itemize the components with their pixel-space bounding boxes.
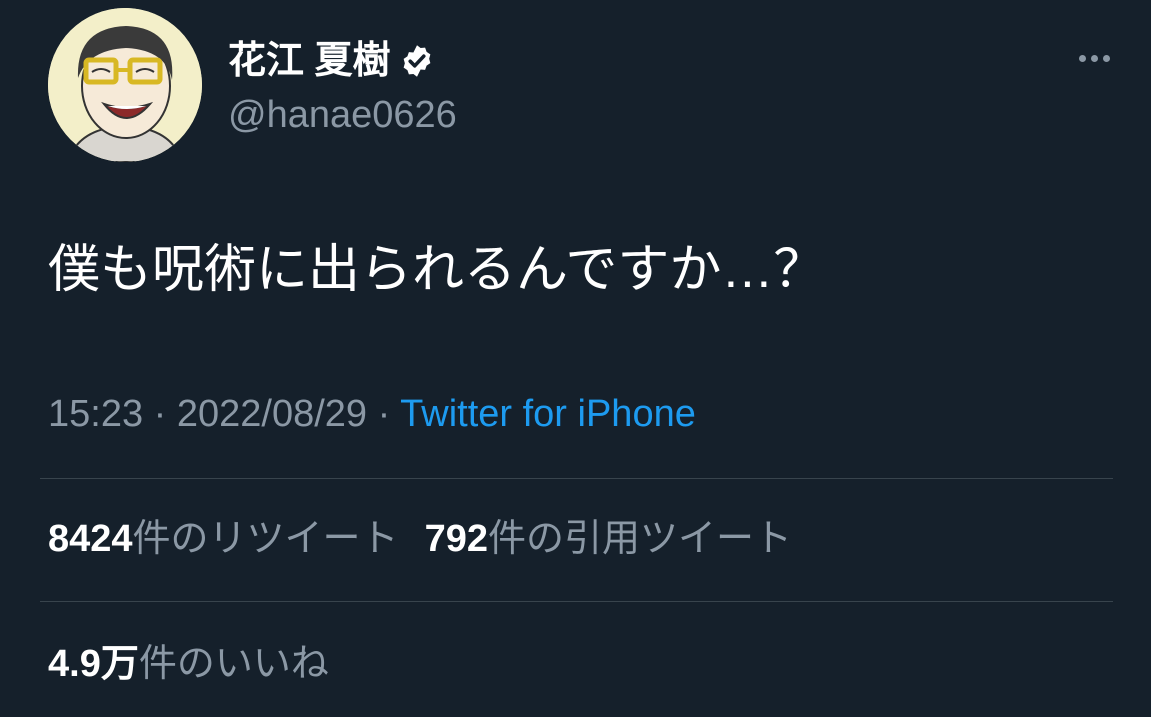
tweet-date[interactable]: 2022/08/29 xyxy=(177,393,367,435)
tweet-time[interactable]: 15:23 xyxy=(48,393,143,435)
likes-label: 件のいいね xyxy=(138,643,329,685)
retweets-label: 件のリツイート xyxy=(132,518,399,560)
verified-badge-icon xyxy=(399,43,435,79)
display-name-text: 花江 夏樹 xyxy=(228,40,391,82)
divider xyxy=(40,478,1113,479)
more-dot xyxy=(1102,54,1110,62)
meta-separator: · xyxy=(153,393,167,435)
avatar[interactable] xyxy=(48,8,202,162)
more-horizontal-icon[interactable] xyxy=(1070,48,1118,68)
quotes-label: 件の引用ツイート xyxy=(487,518,792,560)
retweet-quote-stats: 8424件のリツイート 792件の引用ツイート xyxy=(48,515,792,563)
tweet-meta: 15:23 · 2022/08/29 · Twitter for iPhone xyxy=(48,390,696,438)
quotes-stat[interactable]: 792件の引用ツイート xyxy=(425,518,792,560)
avatar-illustration xyxy=(48,8,202,162)
quotes-count: 792 xyxy=(424,518,488,560)
more-dot xyxy=(1078,54,1086,62)
divider xyxy=(40,601,1113,602)
user-handle[interactable]: @hanae0626 xyxy=(228,92,457,138)
likes-count: 4.9万 xyxy=(48,643,139,685)
retweets-count: 8424 xyxy=(48,518,133,560)
likes-stat[interactable]: 4.9万件のいいね xyxy=(48,643,329,685)
tweet-source-link[interactable]: Twitter for iPhone xyxy=(400,393,696,435)
retweets-stat[interactable]: 8424件のリツイート xyxy=(48,518,399,560)
tweet-text: 僕も呪術に出られるんですか…？ xyxy=(48,241,826,299)
likes-stats: 4.9万件のいいね xyxy=(48,640,329,688)
meta-separator: · xyxy=(377,393,391,435)
more-dot xyxy=(1090,54,1098,62)
display-name[interactable]: 花江 夏樹 xyxy=(228,38,435,84)
